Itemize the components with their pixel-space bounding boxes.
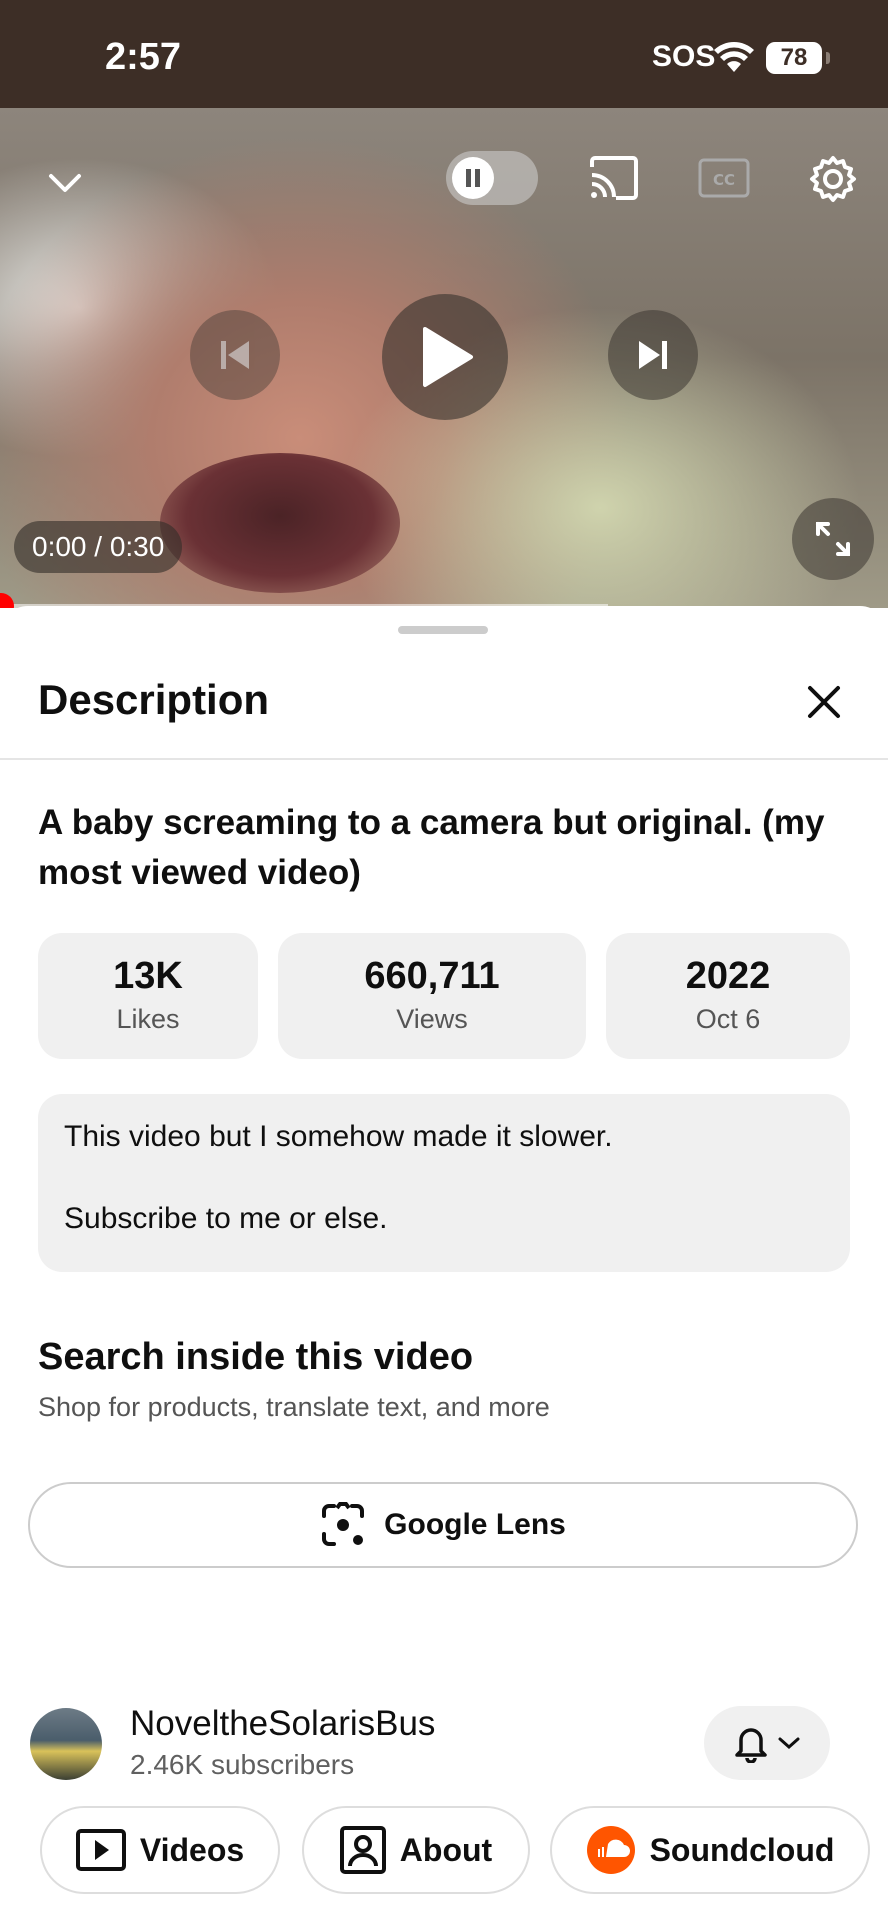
autoplay-knob xyxy=(452,157,494,199)
soundcloud-icon xyxy=(586,1826,635,1874)
captions-icon: CC xyxy=(698,158,750,198)
autoplay-toggle[interactable] xyxy=(446,151,538,205)
soundcloud-link-button[interactable]: Soundcloud xyxy=(550,1806,870,1894)
close-icon xyxy=(808,686,840,718)
search-section-title: Search inside this video xyxy=(38,1336,474,1378)
google-lens-button[interactable]: Google Lens xyxy=(28,1482,858,1568)
views-stat: 660,711 Views xyxy=(278,933,586,1059)
video-player[interactable]: CC 0:00 / 0:30 xyxy=(0,108,888,608)
next-button[interactable] xyxy=(608,310,698,400)
video-title: A baby screaming to a camera but origina… xyxy=(38,803,825,892)
date-day: Oct 6 xyxy=(695,1004,761,1034)
chevron-down-icon xyxy=(778,1737,800,1750)
skip-next-icon xyxy=(639,341,667,369)
gear-icon xyxy=(810,156,856,202)
likes-label: Likes xyxy=(116,1004,180,1034)
person-icon xyxy=(339,1826,386,1874)
bell-icon xyxy=(735,1728,767,1763)
cast-button[interactable] xyxy=(586,152,642,204)
play-icon xyxy=(423,327,473,387)
description-line: This video but I somehow made it slower. xyxy=(64,1120,613,1153)
time-display: 0:00 / 0:30 xyxy=(14,521,183,573)
drag-handle[interactable] xyxy=(398,626,488,634)
cast-icon xyxy=(590,156,638,200)
about-tab-label: About xyxy=(399,1831,493,1868)
likes-value: 13K xyxy=(113,955,183,997)
svg-text:CC: CC xyxy=(713,171,735,189)
channel-subscribers: 2.46K subscribers xyxy=(130,1749,355,1780)
notification-bell-button[interactable] xyxy=(704,1706,830,1780)
battery-icon: 78 xyxy=(766,42,830,74)
description-line: Subscribe to me or else. xyxy=(64,1202,388,1235)
date-year: 2022 xyxy=(685,955,771,997)
wifi-icon xyxy=(714,42,754,72)
description-box[interactable]: This video but I somehow made it slower.… xyxy=(38,1094,850,1272)
video-icon xyxy=(75,1829,126,1871)
views-label: Views xyxy=(396,1004,468,1034)
status-time: 2:57 xyxy=(105,36,182,78)
google-lens-label: Google Lens xyxy=(384,1508,566,1541)
divider xyxy=(0,758,888,760)
description-sheet: Description A baby screaming to a camera… xyxy=(0,606,888,1920)
about-tab-button[interactable]: About xyxy=(302,1806,530,1894)
play-button[interactable] xyxy=(382,294,508,420)
status-sos: SOS xyxy=(652,40,716,73)
channel-avatar[interactable] xyxy=(30,1708,102,1780)
minimize-button[interactable] xyxy=(40,158,90,208)
pause-icon xyxy=(466,169,480,187)
soundcloud-label: Soundcloud xyxy=(649,1831,835,1868)
fullscreen-button[interactable] xyxy=(792,498,874,580)
videos-tab-button[interactable]: Videos xyxy=(40,1806,280,1894)
views-value: 660,711 xyxy=(364,955,500,997)
date-stat: 2022 Oct 6 xyxy=(606,933,850,1059)
settings-button[interactable] xyxy=(806,152,860,206)
status-bar: 2:57 SOS 78 xyxy=(0,0,888,108)
previous-button[interactable] xyxy=(190,310,280,400)
likes-stat: 13K Likes xyxy=(38,933,258,1059)
video-frame-detail xyxy=(160,453,400,593)
captions-button[interactable]: CC xyxy=(698,158,750,198)
fullscreen-icon xyxy=(816,522,850,556)
close-button[interactable] xyxy=(800,678,848,726)
search-section-subtitle: Shop for products, translate text, and m… xyxy=(38,1392,550,1422)
progress-scrubber[interactable] xyxy=(0,593,14,608)
skip-previous-icon xyxy=(221,341,249,369)
videos-tab-label: Videos xyxy=(139,1831,245,1868)
sheet-title: Description xyxy=(38,676,270,723)
chevron-down-icon xyxy=(49,174,81,192)
channel-name[interactable]: NoveltheSolarisBus xyxy=(130,1704,435,1744)
google-lens-icon xyxy=(322,1502,365,1546)
